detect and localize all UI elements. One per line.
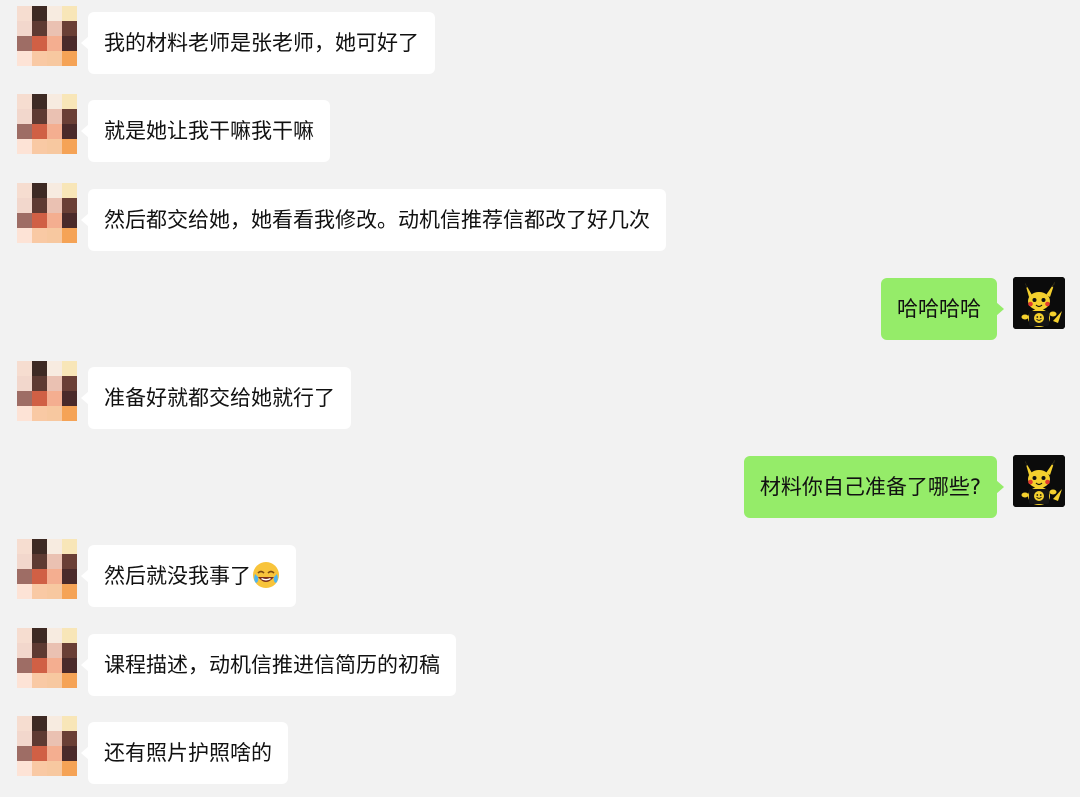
contact-avatar[interactable] xyxy=(17,94,77,154)
message-text: 课程描述，动机信推进信简历的初稿 xyxy=(104,653,440,677)
message-text: 然后都交给她，她看看我修改。动机信推荐信都改了好几次 xyxy=(104,208,650,232)
contact-avatar[interactable] xyxy=(17,183,77,243)
incoming-message-bubble[interactable]: 准备好就都交给她就行了 xyxy=(81,367,351,429)
message-row: 就是她让我干嘛我干嘛 xyxy=(0,94,1080,162)
contact-avatar[interactable] xyxy=(17,628,77,688)
outgoing-message-bubble[interactable]: 哈哈哈哈 xyxy=(881,278,1004,340)
contact-avatar[interactable] xyxy=(17,716,77,776)
incoming-message-bubble[interactable]: 我的材料老师是张老师，她可好了 xyxy=(81,12,435,74)
message-row: 然后都交给她，她看看我修改。动机信推荐信都改了好几次 xyxy=(0,183,1080,251)
contact-avatar[interactable] xyxy=(17,361,77,421)
message-row: 然后就没我事了 xyxy=(0,539,1080,607)
incoming-message-bubble[interactable]: 然后都交给她，她看看我修改。动机信推荐信都改了好几次 xyxy=(81,189,666,251)
message-text: 就是她让我干嘛我干嘛 xyxy=(104,119,314,143)
message-row: 还有照片护照啥的 xyxy=(0,716,1080,784)
pixelated-avatar-icon xyxy=(17,361,77,421)
message-text: 还有照片护照啥的 xyxy=(104,741,272,765)
message-text: 材料你自己准备了哪些? xyxy=(759,475,981,499)
pixelated-avatar-icon xyxy=(17,539,77,599)
pikachu-avatar-icon xyxy=(1013,277,1065,329)
pixelated-avatar-icon xyxy=(17,716,77,776)
message-text: 准备好就都交给她就行了 xyxy=(104,386,335,410)
incoming-message-bubble[interactable]: 课程描述，动机信推进信简历的初稿 xyxy=(81,634,456,696)
contact-avatar[interactable] xyxy=(17,539,77,599)
pixelated-avatar-icon xyxy=(17,628,77,688)
message-row: 课程描述，动机信推进信简历的初稿 xyxy=(0,628,1080,696)
message-text: 然后就没我事了 xyxy=(104,564,251,588)
incoming-message-bubble[interactable]: 然后就没我事了 xyxy=(81,545,296,607)
outgoing-message-bubble[interactable]: 材料你自己准备了哪些? xyxy=(743,456,1005,518)
my-avatar[interactable] xyxy=(1013,455,1065,507)
my-avatar[interactable] xyxy=(1013,277,1065,329)
incoming-message-bubble[interactable]: 还有照片护照啥的 xyxy=(81,722,288,784)
message-row: 材料你自己准备了哪些? xyxy=(0,455,1080,518)
pixelated-avatar-icon xyxy=(17,94,77,154)
pikachu-avatar-icon xyxy=(1013,455,1065,507)
rolling-laughing-emoji-icon xyxy=(252,561,280,589)
message-row: 哈哈哈哈 xyxy=(0,277,1080,340)
message-text: 哈哈哈哈 xyxy=(897,297,981,321)
pixelated-avatar-icon xyxy=(17,6,77,66)
message-row: 准备好就都交给她就行了 xyxy=(0,361,1080,429)
message-text: 我的材料老师是张老师，她可好了 xyxy=(104,31,419,55)
contact-avatar[interactable] xyxy=(17,6,77,66)
pixelated-avatar-icon xyxy=(17,183,77,243)
message-row: 我的材料老师是张老师，她可好了 xyxy=(0,6,1080,74)
incoming-message-bubble[interactable]: 就是她让我干嘛我干嘛 xyxy=(81,100,330,162)
chat-window: 我的材料老师是张老师，她可好了 就是她让我干嘛我干嘛 然后都交给她，她看看我修改… xyxy=(0,0,1080,797)
